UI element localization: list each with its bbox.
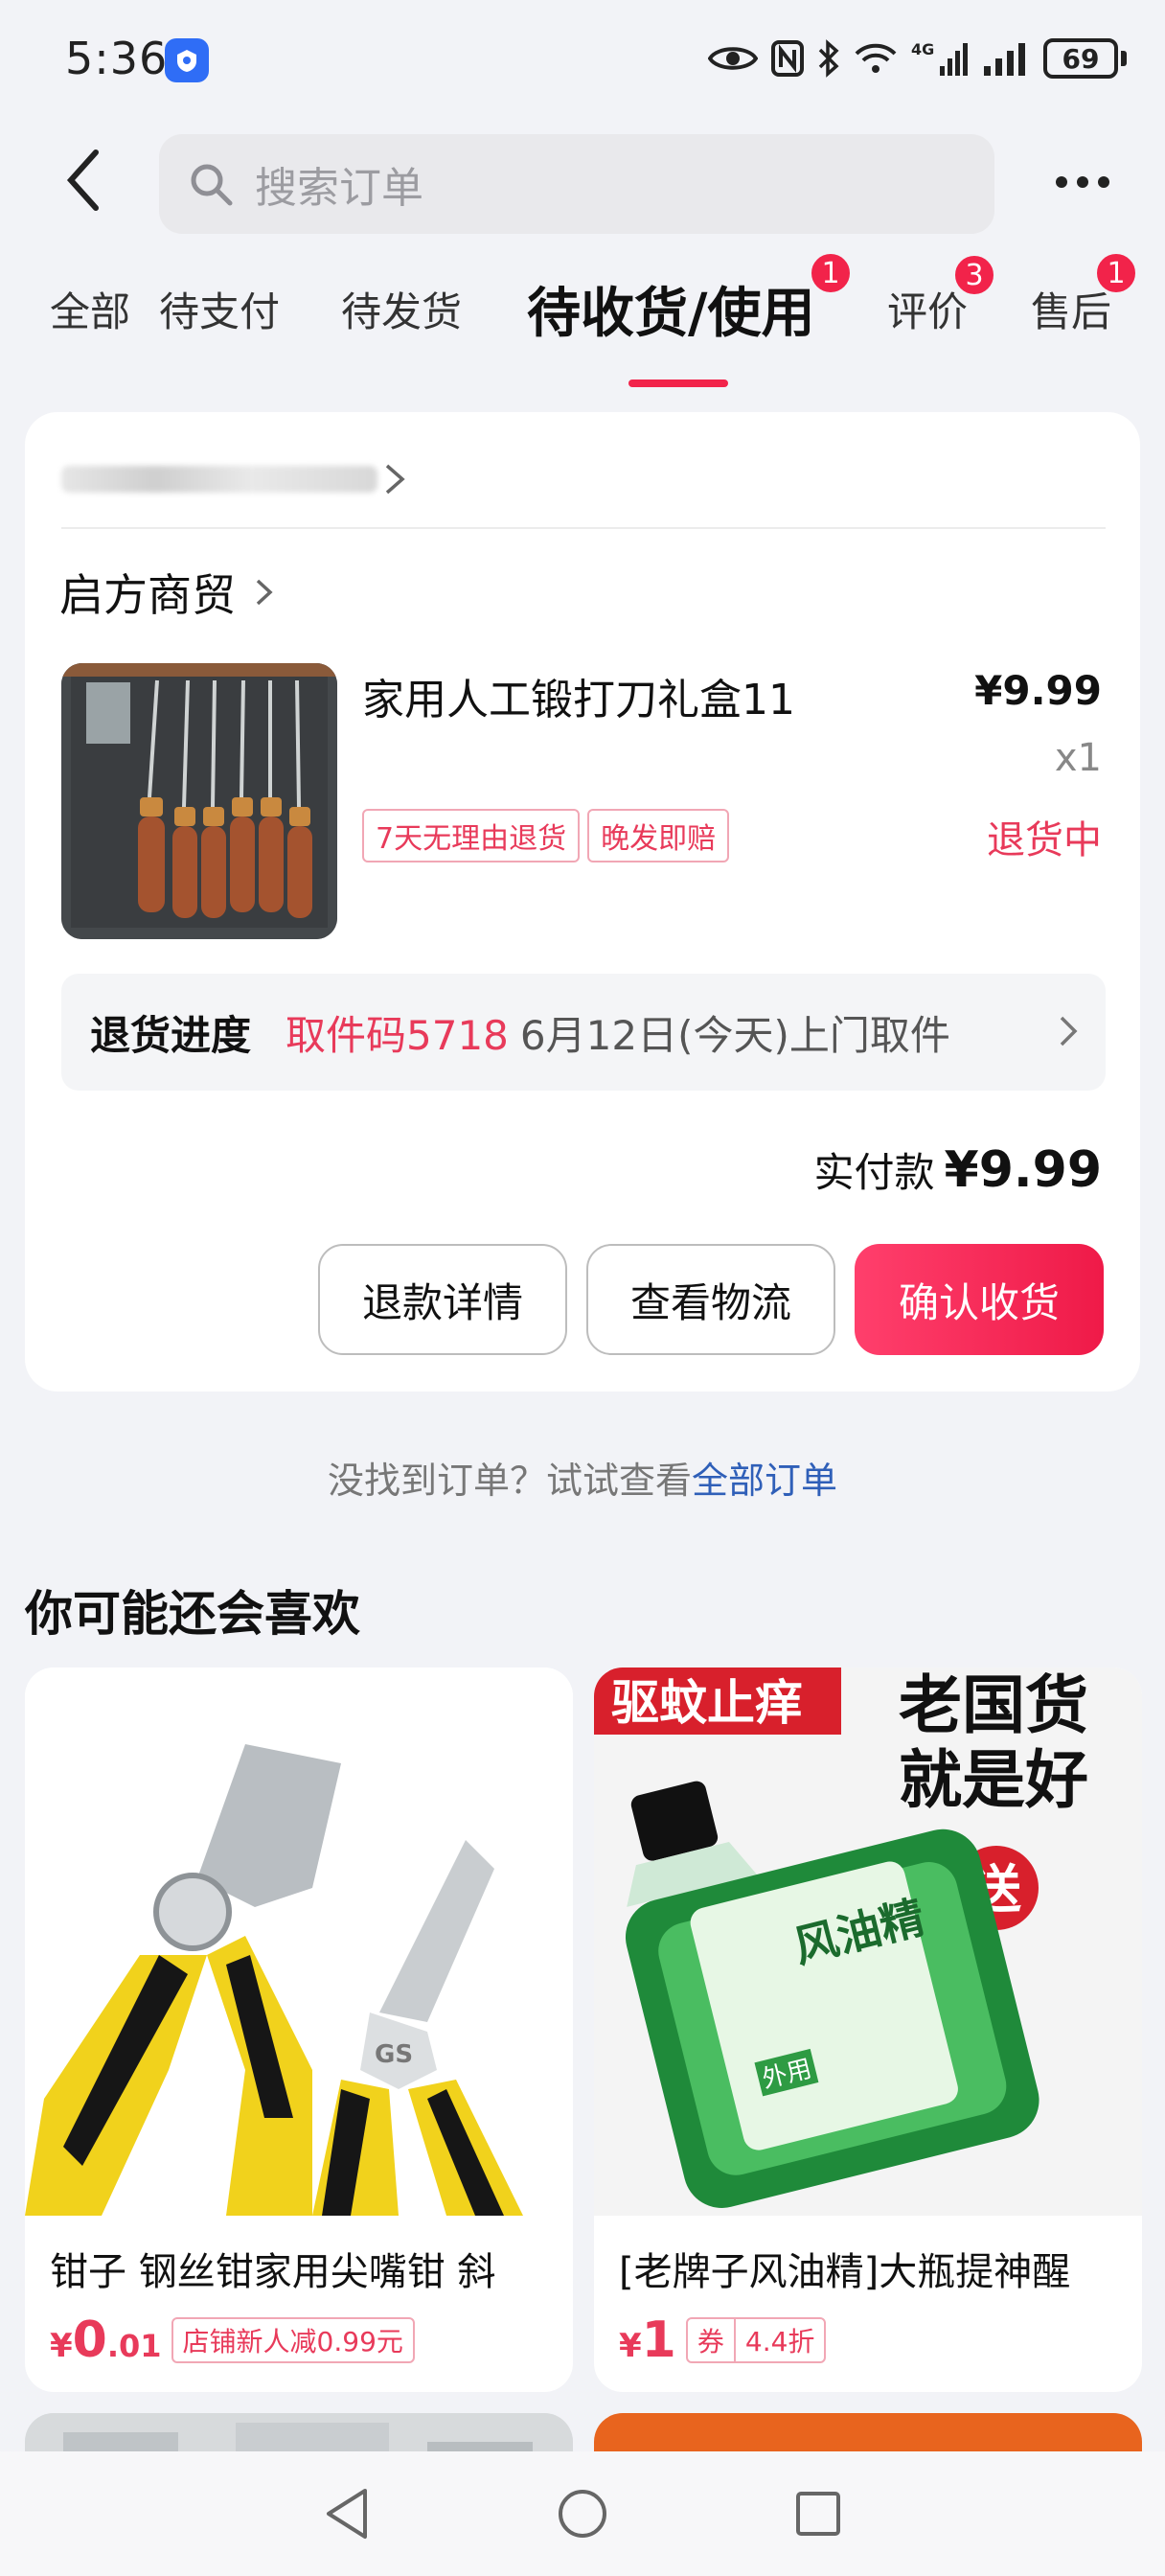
view-logistics-button[interactable]: 查看物流: [586, 1244, 835, 1355]
return-progress-bar[interactable]: 退货进度 取件码5718 6月12日(今天)上门取件: [61, 974, 1106, 1091]
product-tags: 7天无理由退货 晚发即赔: [362, 809, 730, 862]
paid-label: 实付款: [813, 1149, 935, 1196]
tab-badge: 1: [809, 251, 853, 295]
refund-details-button[interactable]: 退款详情: [318, 1244, 567, 1355]
eye-icon: [708, 42, 758, 75]
signal-4g-icon: 4G: [911, 39, 969, 78]
divider: [61, 527, 1106, 529]
order-card: 启方商贸 家用人工锻打刀礼盒11 ¥9.99 x1 退货中 7天无理由退货 晚发…: [25, 412, 1140, 1392]
pickup-description: 6月12日(今天)上门取件: [519, 1011, 950, 1059]
pliers-product-image: GS: [25, 1668, 573, 2216]
order-tabs: 全部 待支付 待发货 待收货/使用 1 评价 3 售后 1: [0, 251, 1165, 393]
tab-after-sales[interactable]: 售后: [1031, 280, 1111, 338]
nav-recents-button[interactable]: [789, 2485, 847, 2542]
svg-text:4G: 4G: [911, 40, 934, 58]
back-button[interactable]: [50, 146, 119, 215]
more-dot-icon: [1056, 176, 1067, 188]
not-found-text: 没找到订单？试试查看: [327, 1460, 692, 1502]
tag-7day-return: 7天无理由退货: [362, 809, 581, 862]
tab-active-indicator: [628, 380, 728, 387]
recommend-card[interactable]: GS 钳子 钢丝钳家用尖嘴钳 斜 ¥0.01 店铺新人减0.99元: [25, 1668, 573, 2392]
pickup-code: 取件码5718: [286, 1011, 509, 1059]
nfc-icon: [771, 40, 804, 77]
all-orders-link[interactable]: 全部订单: [692, 1460, 837, 1502]
tab-all[interactable]: 全部: [50, 280, 130, 338]
tab-reviews[interactable]: 评价: [887, 280, 968, 338]
search-placeholder: 搜索订单: [255, 164, 423, 213]
search-input[interactable]: 搜索订单: [159, 134, 994, 234]
svg-text:驱蚊止痒: 驱蚊止痒: [611, 1675, 803, 1731]
battery-icon: 69: [1043, 38, 1127, 79]
shop-newcomer-tag: 店铺新人减0.99元: [171, 2317, 415, 2363]
recommend-name: [老牌子风油精]大瓶提神醒: [619, 2250, 1071, 2294]
nav-back-button[interactable]: [318, 2485, 376, 2542]
system-navigation-bar: [0, 2451, 1165, 2576]
circle-home-icon: [559, 2490, 606, 2538]
tab-badge: 3: [952, 253, 996, 297]
chevron-right-icon: [1060, 1016, 1078, 1046]
square-recents-icon: [796, 2492, 840, 2536]
app-notification-icon: [165, 38, 209, 82]
recommend-price: ¥0.01: [50, 2312, 162, 2369]
order-actions: 退款详情 查看物流 确认收货: [318, 1244, 1104, 1355]
product-price: ¥9.99: [974, 667, 1102, 714]
wifi-icon: [854, 40, 898, 77]
search-icon: [191, 164, 233, 206]
recommend-price-row: ¥1 券 4.4折: [619, 2312, 827, 2369]
svg-text:就是好: 就是好: [899, 1743, 1088, 1817]
triangle-back-icon: [327, 2489, 367, 2539]
status-icons: 4G 69: [708, 34, 1127, 82]
paid-amount: 实付款 ¥9.99: [814, 1140, 1103, 1199]
nav-home-button[interactable]: [554, 2485, 611, 2542]
chevron-right-icon: [385, 464, 405, 494]
order-not-found-hint: 没找到订单？试试查看全部订单: [0, 1451, 1165, 1504]
return-progress-label: 退货进度: [90, 1011, 252, 1059]
tab-pending-shipment[interactable]: 待发货: [341, 280, 462, 338]
more-options-button[interactable]: [1044, 153, 1121, 211]
header: 搜索订单: [0, 125, 1165, 238]
coupon-tag: 券 4.4折: [685, 2317, 827, 2363]
tab-badge: 1: [1094, 251, 1138, 295]
product-quantity: x1: [1054, 736, 1102, 780]
signal-icon: [982, 39, 1030, 78]
blurred-order-info[interactable]: [61, 452, 425, 506]
shop-link[interactable]: 启方商贸: [59, 562, 276, 623]
status-time: 5:36: [65, 33, 169, 84]
tab-pending-receipt[interactable]: 待收货/使用: [527, 270, 814, 348]
product-image[interactable]: [61, 663, 337, 939]
svg-text:GS: GS: [375, 2040, 413, 2069]
shop-name: 启方商贸: [59, 569, 236, 621]
order-list-page: 5:36 4G 69 搜索订单 全部 待支付 待发货 待收货/使用 1 评价 3…: [0, 0, 1165, 2576]
svg-text:老国货: 老国货: [899, 1668, 1088, 1742]
chevron-left-icon: [66, 150, 99, 211]
confirm-receipt-button[interactable]: 确认收货: [855, 1244, 1104, 1355]
recommend-title: 你可能还会喜欢: [25, 1586, 360, 1642]
battery-level: 69: [1043, 38, 1118, 79]
return-status: 退货中: [987, 818, 1102, 862]
recommend-price-row: ¥0.01 店铺新人减0.99元: [50, 2312, 415, 2369]
recommend-card[interactable]: 驱蚊止痒 老国货 就是好 送 风油精 外用 [老牌子风油精]大瓶提神醒 ¥1 券…: [594, 1668, 1142, 2392]
tab-pending-payment[interactable]: 待支付: [159, 280, 280, 338]
chevron-right-icon: [256, 579, 273, 606]
bluetooth-icon: [817, 39, 840, 78]
product-title[interactable]: 家用人工锻打刀礼盒11: [362, 665, 795, 726]
recommend-price: ¥1: [619, 2312, 676, 2369]
paid-value: ¥9.99: [944, 1141, 1102, 1199]
tag-late-compensation: 晚发即赔: [587, 809, 730, 862]
status-bar: 5:36 4G 69: [0, 0, 1165, 115]
fengyoujing-product-image: 驱蚊止痒 老国货 就是好 送 风油精 外用: [594, 1668, 1142, 2216]
recommend-name: 钳子 钢丝钳家用尖嘴钳 斜: [50, 2250, 496, 2294]
